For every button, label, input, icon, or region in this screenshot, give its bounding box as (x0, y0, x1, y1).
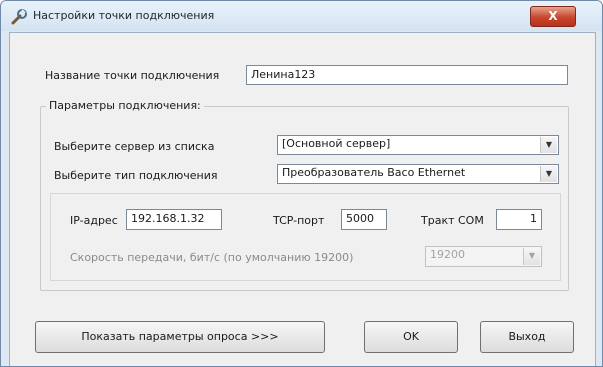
title-bar[interactable]: Настройки точки подключения X (1, 1, 602, 31)
connection-params-title: Параметры подключения: (46, 99, 204, 112)
chevron-down-icon[interactable]: ▼ (540, 166, 557, 182)
wrench-icon (10, 8, 28, 26)
server-select-value: [Основной сервер] (282, 137, 391, 150)
network-settings-frame (50, 193, 561, 281)
connection-point-label: Название точки подключения (45, 69, 220, 82)
baud-rate-select[interactable]: 19200 ▼ (425, 246, 542, 267)
baud-rate-label: Скорость передачи, бит/с (по умолчанию 1… (70, 251, 354, 264)
tcp-port-label: TCP-порт (273, 214, 325, 227)
connection-type-select[interactable]: Преобразователь Baco Ethernet ▼ (277, 164, 559, 184)
ip-address-input[interactable]: 192.168.1.32 (126, 209, 222, 230)
server-label: Выберите сервер из списка (54, 140, 215, 153)
connection-type-value: Преобразователь Baco Ethernet (282, 166, 466, 179)
chevron-down-icon[interactable]: ▼ (540, 137, 557, 153)
dialog-window: Настройки точки подключения X Название т… (0, 0, 603, 367)
ip-address-label: IP-адрес (70, 214, 118, 227)
window-title: Настройки точки подключения (33, 9, 215, 22)
baud-rate-value: 19200 (430, 248, 465, 261)
dialog-body: Название точки подключения Ленина123 Пар… (9, 32, 596, 366)
connection-type-label: Выберите тип подключения (54, 169, 218, 182)
com-tract-label: Тракт СОМ (421, 214, 484, 227)
exit-button[interactable]: Выход (480, 321, 574, 353)
connection-point-input[interactable]: Ленина123 (246, 65, 568, 85)
ok-button[interactable]: OK (364, 321, 458, 353)
close-button[interactable]: X (530, 6, 576, 27)
close-icon: X (548, 9, 558, 23)
tcp-port-input[interactable]: 5000 (341, 209, 387, 230)
server-select[interactable]: [Основной сервер] ▼ (277, 135, 559, 155)
chevron-down-icon[interactable]: ▼ (523, 248, 540, 265)
com-tract-input[interactable]: 1 (496, 209, 542, 230)
show-poll-params-button[interactable]: Показать параметры опроса >>> (35, 321, 325, 353)
